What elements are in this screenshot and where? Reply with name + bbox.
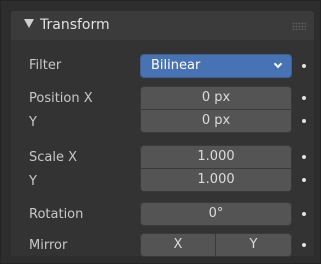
position-x-keyframe-dot-icon[interactable] [302, 96, 306, 100]
scale-y-keyframe-dot-icon[interactable] [302, 178, 306, 182]
scale-y-field[interactable]: 1.000 [140, 168, 292, 192]
scale-x-keyframe-dot-icon[interactable] [302, 155, 306, 159]
chevron-down-icon [273, 59, 283, 69]
position-x-label: Position X [29, 91, 93, 106]
mirror-label: Mirror [29, 238, 68, 253]
scale-y-label: Y [29, 174, 37, 189]
filter-keyframe-dot-icon[interactable] [302, 64, 306, 68]
position-y-field[interactable]: 0 px [140, 109, 292, 133]
mirror-keyframe-dot-icon[interactable] [302, 243, 306, 247]
filter-label: Filter [29, 58, 62, 73]
transform-panel: Transform Filter Bilinear Position X 0 p… [0, 0, 321, 264]
rotation-field[interactable]: 0° [140, 202, 292, 226]
drag-grip-icon[interactable] [292, 22, 306, 30]
filter-dropdown[interactable]: Bilinear [140, 54, 292, 78]
scale-x-field[interactable]: 1.000 [140, 145, 292, 169]
mirror-y-toggle[interactable]: Y [215, 233, 292, 257]
position-x-field[interactable]: 0 px [140, 86, 292, 110]
position-y-label: Y [29, 115, 37, 130]
rotation-label: Rotation [29, 207, 84, 222]
position-y-keyframe-dot-icon[interactable] [302, 119, 306, 123]
panel-header[interactable]: Transform [11, 11, 314, 40]
panel-title: Transform [40, 17, 110, 33]
collapse-arrow-icon[interactable] [24, 19, 34, 28]
scale-x-label: Scale X [29, 150, 78, 165]
rotation-keyframe-dot-icon[interactable] [302, 212, 306, 216]
mirror-x-toggle[interactable]: X [140, 233, 216, 257]
filter-value: Bilinear [151, 58, 201, 73]
